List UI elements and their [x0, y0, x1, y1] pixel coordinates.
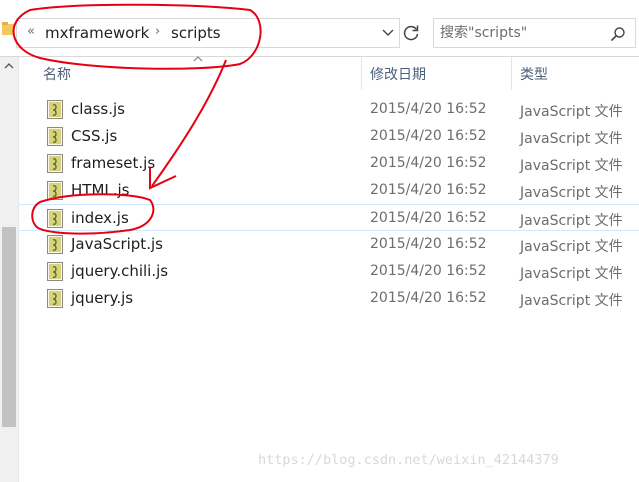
file-type: JavaScript 文件: [520, 131, 623, 147]
file-name[interactable]: index.js: [71, 209, 129, 227]
scroll-up-arrow-icon[interactable]: [4, 61, 14, 71]
file-name[interactable]: HTML.js: [71, 181, 130, 199]
file-row[interactable]: CSS.js 2015/4/20 16:52 JavaScript 文件: [19, 123, 639, 150]
file-row[interactable]: JavaScript.js 2015/4/20 16:52 JavaScript…: [19, 231, 639, 258]
file-name[interactable]: jquery.js: [71, 289, 133, 307]
file-modified-date: 2015/4/20 16:52: [370, 290, 487, 306]
file-modified-date: 2015/4/20 16:52: [370, 236, 487, 252]
column-divider[interactable]: [511, 57, 512, 90]
breadcrumb-item-scripts[interactable]: scripts: [171, 24, 221, 42]
file-list: class.js 2015/4/20 16:52 JavaScript 文件 C…: [19, 96, 639, 312]
breadcrumb-separator-icon[interactable]: ›: [155, 24, 160, 39]
search-icon[interactable]: [610, 26, 626, 42]
js-file-icon: [47, 154, 63, 173]
file-modified-date: 2015/4/20 16:52: [370, 263, 487, 279]
file-name[interactable]: CSS.js: [71, 127, 117, 145]
file-modified-date: 2015/4/20 16:52: [370, 155, 487, 171]
file-row[interactable]: class.js 2015/4/20 16:52 JavaScript 文件: [19, 96, 639, 123]
js-file-icon: [47, 181, 63, 200]
file-type: JavaScript 文件: [520, 158, 623, 174]
file-type: JavaScript 文件: [520, 266, 623, 282]
file-name[interactable]: jquery.chili.js: [71, 262, 168, 280]
js-file-icon: [47, 127, 63, 146]
file-modified-date: 2015/4/20 16:52: [370, 210, 487, 226]
scrollbar-thumb[interactable]: [2, 227, 16, 427]
file-row[interactable]: HTML.js 2015/4/20 16:52 JavaScript 文件: [19, 177, 639, 204]
file-type: JavaScript 文件: [520, 213, 623, 229]
column-header-name[interactable]: 名称: [43, 64, 71, 84]
address-bar: « mxframework › scripts: [0, 0, 639, 57]
file-modified-date: 2015/4/20 16:52: [370, 182, 487, 198]
file-type: JavaScript 文件: [520, 293, 623, 309]
column-divider[interactable]: [361, 57, 362, 90]
breadcrumb-overflow-icon[interactable]: «: [27, 24, 35, 39]
js-file-icon: [47, 262, 63, 281]
file-modified-date: 2015/4/20 16:52: [370, 128, 487, 144]
js-file-icon: [47, 100, 63, 119]
refresh-icon[interactable]: [400, 22, 422, 44]
address-dropdown-chevron-down-icon[interactable]: [380, 24, 396, 40]
file-type: JavaScript 文件: [520, 185, 623, 201]
file-name[interactable]: frameset.js: [71, 154, 155, 172]
js-file-icon: [47, 235, 63, 254]
breadcrumb[interactable]: « mxframework › scripts: [16, 18, 400, 48]
column-header-row: 名称 修改日期 类型: [19, 56, 639, 90]
search-input[interactable]: [440, 24, 600, 42]
file-name[interactable]: class.js: [71, 100, 125, 118]
js-file-icon: [47, 209, 63, 228]
js-file-icon: [47, 289, 63, 308]
file-modified-date: 2015/4/20 16:52: [370, 101, 487, 117]
column-header-type[interactable]: 类型: [520, 64, 548, 84]
navigation-pane-scrollbar[interactable]: [0, 57, 19, 482]
file-type: JavaScript 文件: [520, 104, 623, 120]
file-row-selected[interactable]: index.js 2015/4/20 16:52 JavaScript 文件: [19, 204, 639, 231]
folder-icon: [2, 22, 14, 35]
sort-ascending-icon: [193, 56, 203, 62]
file-type: JavaScript 文件: [520, 239, 623, 255]
file-name[interactable]: JavaScript.js: [71, 235, 163, 253]
file-row[interactable]: jquery.chili.js 2015/4/20 16:52 JavaScri…: [19, 258, 639, 285]
file-row[interactable]: frameset.js 2015/4/20 16:52 JavaScript 文…: [19, 150, 639, 177]
breadcrumb-item-mxframework[interactable]: mxframework: [45, 24, 149, 42]
file-row[interactable]: jquery.js 2015/4/20 16:52 JavaScript 文件: [19, 285, 639, 312]
search-box[interactable]: [433, 18, 636, 48]
watermark: https://blog.csdn.net/weixin_42144379: [258, 452, 559, 468]
column-header-modified[interactable]: 修改日期: [370, 64, 426, 84]
